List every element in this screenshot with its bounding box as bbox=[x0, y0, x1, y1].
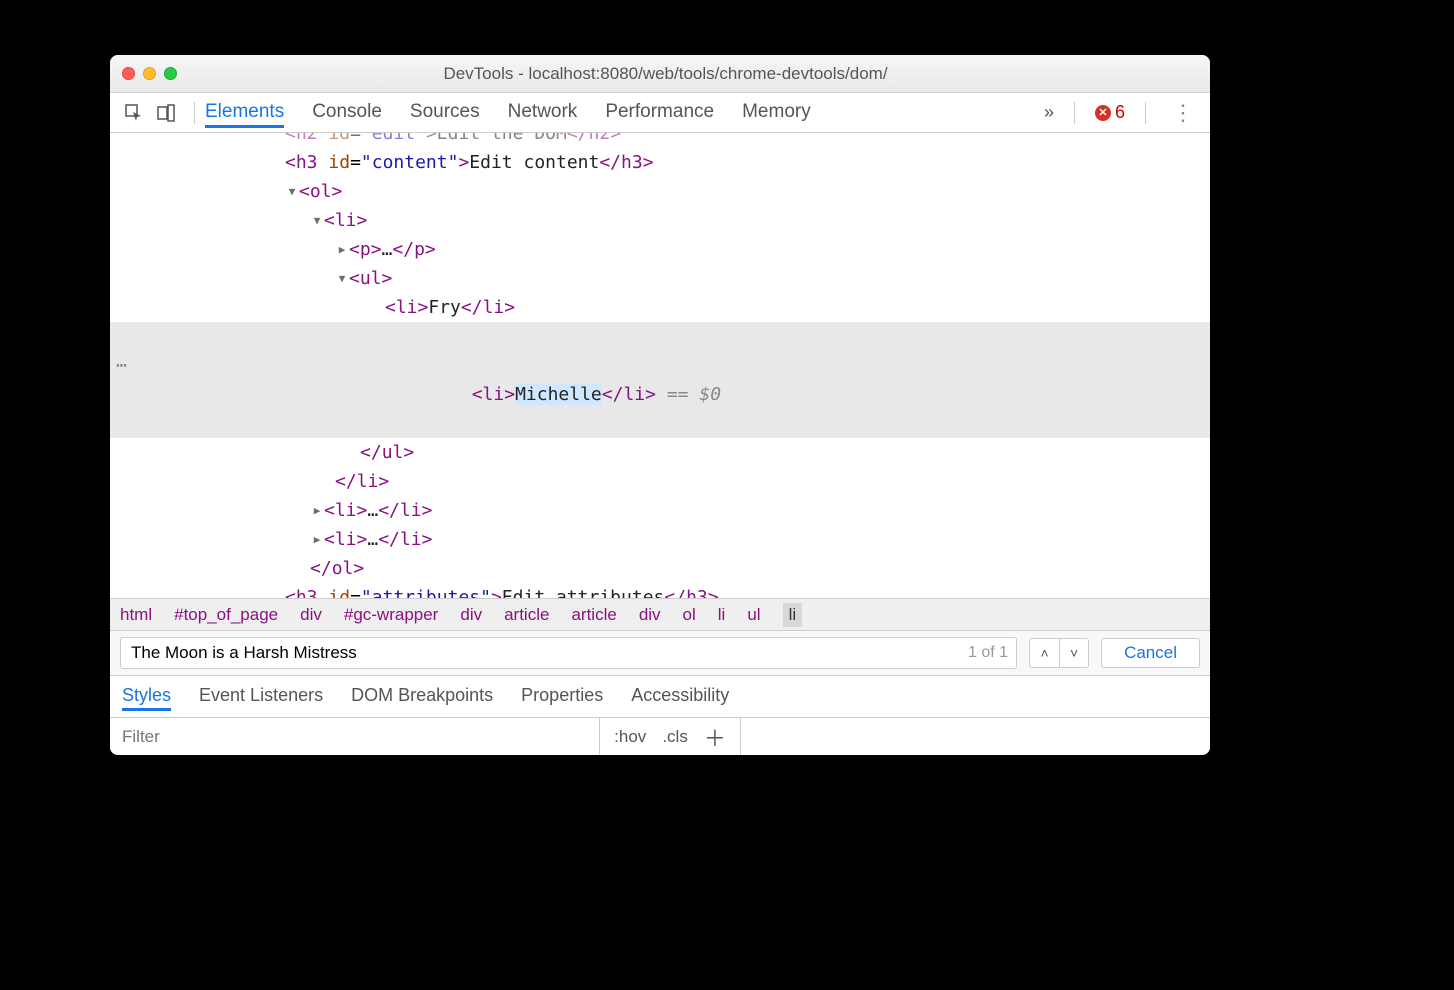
device-toolbar-icon[interactable] bbox=[152, 99, 180, 127]
cancel-button[interactable]: Cancel bbox=[1101, 638, 1200, 668]
dom-node-selected[interactable]: ⋯ <li>Michelle</li> == $0 bbox=[110, 322, 1210, 438]
expand-toggle-icon[interactable] bbox=[310, 496, 324, 525]
chevron-down-icon: ˅ bbox=[1070, 645, 1078, 661]
breadcrumb-item[interactable]: #top_of_page bbox=[174, 605, 278, 625]
dom-node[interactable]: <li>…</li> bbox=[110, 525, 1210, 554]
search-box: 1 of 1 bbox=[120, 637, 1017, 669]
dom-node[interactable]: <ol> bbox=[110, 177, 1210, 206]
search-prev-button[interactable]: ˄ bbox=[1029, 638, 1059, 668]
breadcrumb-item[interactable]: html bbox=[120, 605, 152, 625]
devtools-window: DevTools - localhost:8080/web/tools/chro… bbox=[110, 55, 1210, 755]
error-count: 6 bbox=[1115, 102, 1125, 123]
breadcrumb-item[interactable]: article bbox=[571, 605, 616, 625]
chevron-up-icon: ˄ bbox=[1040, 645, 1048, 661]
breadcrumb-item[interactable]: ol bbox=[683, 605, 696, 625]
add-rule-icon[interactable]: ＋ bbox=[704, 721, 726, 753]
settings-menu-icon[interactable]: ⋮ bbox=[1166, 100, 1200, 126]
elements-panel[interactable]: <h2 id="edit">Edit the DOM</h2> <h3 id="… bbox=[110, 133, 1210, 598]
tab-accessibility[interactable]: Accessibility bbox=[631, 685, 729, 708]
dom-node[interactable]: <li>Fry</li> bbox=[110, 293, 1210, 322]
tab-styles[interactable]: Styles bbox=[122, 685, 171, 711]
breadcrumb-item[interactable]: div bbox=[639, 605, 661, 625]
selected-text[interactable]: Michelle bbox=[515, 384, 602, 405]
close-window-button[interactable] bbox=[122, 67, 135, 80]
row-handle-icon[interactable]: ⋯ bbox=[116, 351, 127, 380]
tab-memory[interactable]: Memory bbox=[742, 101, 811, 125]
expand-toggle-icon[interactable] bbox=[310, 525, 324, 554]
dom-node[interactable]: <li> bbox=[110, 206, 1210, 235]
error-count-badge[interactable]: ✕ 6 bbox=[1095, 102, 1125, 123]
breadcrumb-item[interactable]: div bbox=[300, 605, 322, 625]
tab-console[interactable]: Console bbox=[312, 101, 382, 125]
hov-toggle[interactable]: :hov bbox=[614, 727, 646, 747]
window-title: DevTools - localhost:8080/web/tools/chro… bbox=[193, 64, 1138, 84]
expand-toggle-icon[interactable] bbox=[335, 235, 349, 264]
dom-node[interactable]: </ul> bbox=[110, 438, 1210, 467]
expand-toggle-icon[interactable] bbox=[285, 177, 299, 206]
inspect-element-icon[interactable] bbox=[120, 99, 148, 127]
more-tabs-icon[interactable]: » bbox=[1044, 102, 1054, 123]
dom-node[interactable]: </ol> bbox=[110, 554, 1210, 583]
tab-properties[interactable]: Properties bbox=[521, 685, 603, 708]
search-match-count: 1 of 1 bbox=[968, 644, 1008, 662]
tab-performance[interactable]: Performance bbox=[605, 101, 714, 125]
minimize-window-button[interactable] bbox=[143, 67, 156, 80]
dom-node[interactable]: </li> bbox=[110, 467, 1210, 496]
breadcrumb-item[interactable]: article bbox=[504, 605, 549, 625]
tab-elements[interactable]: Elements bbox=[205, 101, 284, 128]
styles-tabs: Styles Event Listeners DOM Breakpoints P… bbox=[110, 675, 1210, 717]
breadcrumb-item[interactable]: li bbox=[718, 605, 726, 625]
error-icon: ✕ bbox=[1095, 105, 1111, 121]
window-controls bbox=[122, 67, 177, 80]
tab-event-listeners[interactable]: Event Listeners bbox=[199, 685, 323, 708]
devtools-tabs: Elements Console Sources Network Perform… bbox=[205, 93, 811, 132]
dom-node[interactable]: <li>…</li> bbox=[110, 496, 1210, 525]
styles-filter-row: :hov .cls ＋ bbox=[110, 717, 1210, 755]
breadcrumb-item[interactable]: div bbox=[460, 605, 482, 625]
tab-dom-breakpoints[interactable]: DOM Breakpoints bbox=[351, 685, 493, 708]
styles-filter-input[interactable] bbox=[120, 726, 589, 748]
expand-toggle-icon[interactable] bbox=[335, 264, 349, 293]
expand-toggle-icon[interactable] bbox=[310, 206, 324, 235]
dom-node[interactable]: <h3 id="attributes">Edit attributes</h3> bbox=[110, 583, 1210, 598]
breadcrumb-item[interactable]: #gc-wrapper bbox=[344, 605, 439, 625]
breadcrumb-item[interactable]: ul bbox=[747, 605, 760, 625]
search-next-button[interactable]: ˅ bbox=[1059, 638, 1089, 668]
tab-sources[interactable]: Sources bbox=[410, 101, 480, 125]
search-input[interactable] bbox=[129, 642, 968, 664]
search-bar: 1 of 1 ˄ ˅ Cancel bbox=[110, 630, 1210, 675]
breadcrumb: html #top_of_page div #gc-wrapper div ar… bbox=[110, 598, 1210, 630]
cls-toggle[interactable]: .cls bbox=[662, 727, 688, 747]
titlebar: DevTools - localhost:8080/web/tools/chro… bbox=[110, 55, 1210, 93]
breadcrumb-item-current[interactable]: li bbox=[783, 603, 803, 627]
dom-node[interactable]: <p>…</p> bbox=[110, 235, 1210, 264]
dom-node[interactable]: <h3 id="content">Edit content</h3> bbox=[110, 148, 1210, 177]
dom-node[interactable]: <ul> bbox=[110, 264, 1210, 293]
maximize-window-button[interactable] bbox=[164, 67, 177, 80]
tab-network[interactable]: Network bbox=[508, 101, 578, 125]
dom-node[interactable]: <h2 id="edit">Edit the DOM</h2> bbox=[110, 133, 1210, 148]
devtools-toolbar: Elements Console Sources Network Perform… bbox=[110, 93, 1210, 133]
